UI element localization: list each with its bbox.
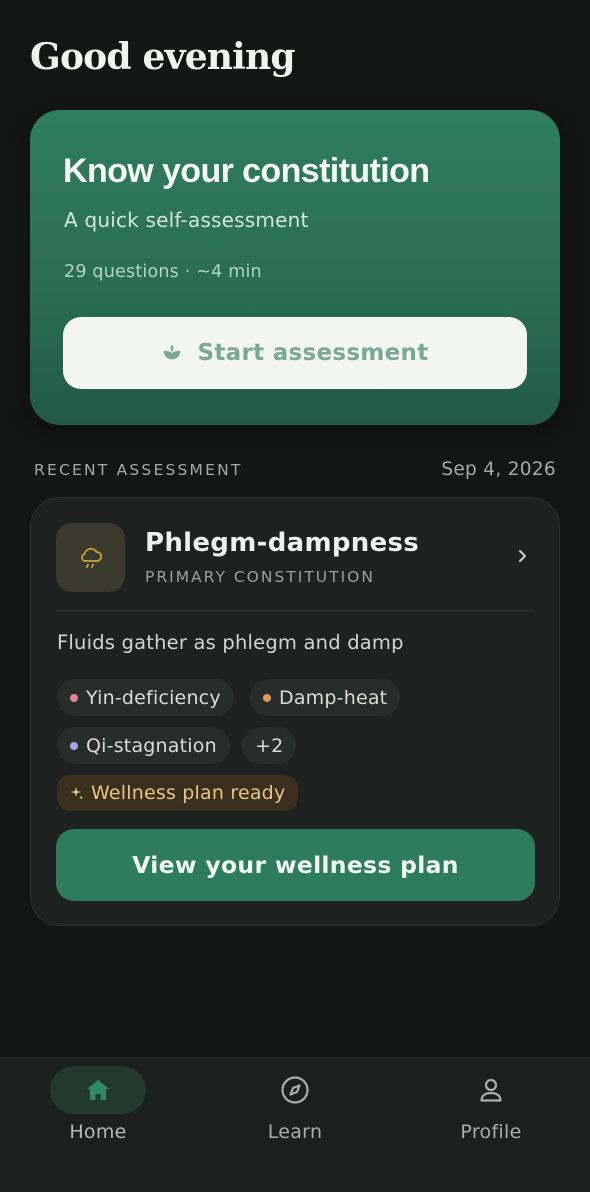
home-screen: Good evening Know your constitution A qu…	[0, 0, 590, 1192]
home-icon	[87, 1080, 109, 1100]
constitution-icon-tile	[56, 523, 125, 592]
nav-item-learn[interactable]: Learn	[230, 1066, 360, 1166]
nav-item-profile[interactable]: Profile	[426, 1066, 556, 1166]
recent-section-label: RECENT ASSESSMENT	[34, 461, 243, 479]
constitution-title: Phlegm-dampness	[145, 528, 420, 558]
tag-label: Qi-stagnation	[86, 734, 217, 757]
chevron-right-icon[interactable]	[515, 546, 531, 566]
start-assessment-label: Start assessment	[197, 340, 429, 366]
sparkle-icon	[71, 787, 83, 800]
constitution-description: Fluids gather as phlegm and damp	[57, 631, 404, 654]
recent-assessment-card[interactable]: Phlegm-dampness PRIMARY CONSTITUTION Flu…	[30, 497, 560, 926]
start-assessment-button[interactable]: Start assessment	[63, 317, 527, 389]
nav-label-learn: Learn	[267, 1121, 323, 1143]
nav-icon-holder	[247, 1066, 343, 1114]
hero-meta: 29 questions · ~4 min	[64, 262, 262, 282]
profile-icon	[480, 1078, 502, 1102]
view-wellness-plan-button[interactable]: View your wellness plan	[56, 829, 535, 901]
rain-cloud-icon	[80, 547, 102, 568]
wellness-plan-badge: Wellness plan ready	[57, 775, 299, 811]
nav-active-pill	[50, 1066, 146, 1114]
compass-icon	[281, 1076, 309, 1104]
wellness-plan-badge-label: Wellness plan ready	[91, 782, 286, 804]
tag-damp-heat: Damp-heat	[250, 679, 401, 716]
nav-item-home[interactable]: Home	[33, 1066, 163, 1166]
card-divider	[56, 610, 534, 611]
greeting-title: Good evening	[30, 36, 296, 78]
bottom-navigation: Home Learn Profile	[0, 1057, 590, 1192]
tag-yin-deficiency: Yin-deficiency	[57, 679, 234, 716]
sprout-icon	[164, 344, 181, 360]
nav-label-home: Home	[69, 1121, 127, 1143]
tag-more-count[interactable]: +2	[242, 727, 297, 764]
tag-dot	[70, 741, 78, 750]
hero-title: Know your constitution	[63, 152, 430, 190]
recent-assessment-date: Sep 4, 2026	[441, 459, 556, 480]
constitution-subtitle: PRIMARY CONSTITUTION	[145, 568, 375, 586]
nav-label-profile: Profile	[460, 1121, 522, 1143]
tag-label: Yin-deficiency	[86, 686, 221, 709]
tag-dot	[263, 693, 271, 702]
tag-qi-stagnation: Qi-stagnation	[57, 727, 230, 764]
constitution-hero-card: Know your constitution A quick self-asse…	[30, 110, 560, 425]
tag-dot	[70, 693, 78, 702]
nav-icon-holder	[443, 1066, 539, 1114]
hero-subtitle: A quick self-assessment	[64, 208, 309, 232]
tag-label: Damp-heat	[279, 686, 388, 709]
tag-label: +2	[255, 734, 284, 757]
